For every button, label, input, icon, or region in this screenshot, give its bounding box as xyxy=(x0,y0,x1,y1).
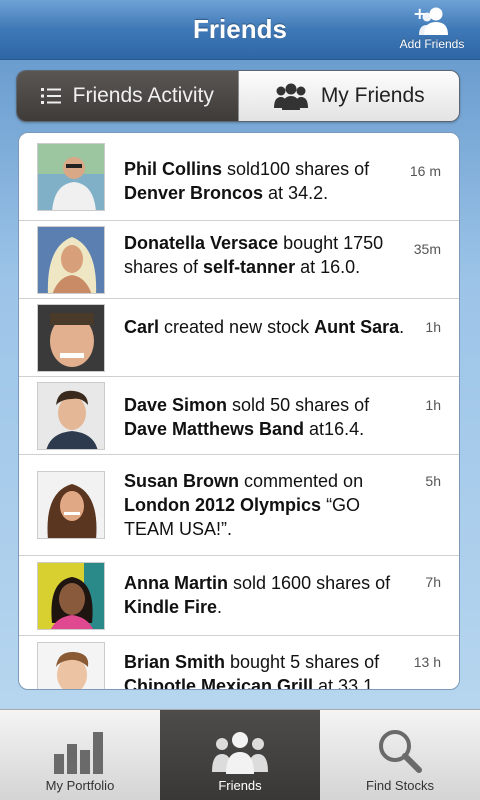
activity-text: Brian Smith bought 5 shares of Chipotle … xyxy=(124,650,406,690)
tab-friends[interactable]: Friends xyxy=(160,710,320,800)
activity-action: sold 1600 shares of xyxy=(228,573,391,593)
activity-detail: at16.4. xyxy=(304,419,365,439)
friend-name: Anna Martin xyxy=(124,573,229,593)
activity-detail: . xyxy=(399,317,405,337)
friend-name: Brian Smith xyxy=(124,652,226,672)
tab-find-stocks[interactable]: Find Stocks xyxy=(320,710,480,800)
add-friend-icon: + xyxy=(396,6,468,36)
activity-action: commented on xyxy=(239,471,364,491)
timestamp: 5h xyxy=(425,473,441,489)
activity-action: sold 50 shares of xyxy=(227,395,370,415)
timestamp: 1h xyxy=(425,397,441,413)
activity-text: Anna Martin sold 1600 shares of Kindle F… xyxy=(124,571,406,619)
tab-find-stocks-label: Find Stocks xyxy=(366,778,434,793)
friend-name: Susan Brown xyxy=(124,471,240,491)
timestamp: 7h xyxy=(425,574,441,590)
tab-my-friends-label: My Friends xyxy=(320,84,425,107)
timestamp: 13 h xyxy=(413,654,441,670)
add-friends-label: Add Friends xyxy=(399,37,465,51)
add-friends-button[interactable]: + Add Friends xyxy=(396,6,468,56)
friend-name: Donatella Versace xyxy=(124,233,279,253)
list-item[interactable]: Susan Brown commented on London 2012 Oly… xyxy=(19,455,459,556)
top-bar: Friends + Add Friends xyxy=(0,0,480,60)
list-item[interactable]: Donatella Versace bought 1750 shares of … xyxy=(19,221,459,299)
tab-friends-activity-label: Friends Activity xyxy=(72,84,214,107)
activity-action: bought 5 shares of xyxy=(225,652,380,672)
activity-target: London 2012 Olympics xyxy=(124,495,322,515)
bar-chart-icon xyxy=(0,728,160,774)
activity-target: Dave Matthews Band xyxy=(124,419,305,439)
activity-detail: at 33.1. xyxy=(313,676,379,690)
activity-action: created new stock xyxy=(159,317,315,337)
avatar xyxy=(37,642,105,689)
list-item[interactable]: Anna Martin sold 1600 shares of Kindle F… xyxy=(19,556,459,636)
activity-detail: . xyxy=(217,597,223,617)
activity-text: Carl created new stock Aunt Sara. xyxy=(124,315,406,339)
tab-my-portfolio[interactable]: My Portfolio xyxy=(0,710,160,800)
friend-name: Dave Simon xyxy=(124,395,228,415)
tab-my-friends[interactable]: My Friends xyxy=(237,71,459,121)
activity-action: sold100 shares of xyxy=(222,159,370,179)
tab-friends-label: Friends xyxy=(218,778,262,793)
activity-detail: at 34.2. xyxy=(263,183,329,203)
tab-friends-activity[interactable]: Friends Activity xyxy=(17,71,238,121)
activity-target: Aunt Sara xyxy=(314,317,400,337)
activity-target: Kindle Fire xyxy=(124,597,218,617)
activity-text: Dave Simon sold 50 shares of Dave Matthe… xyxy=(124,393,406,441)
tab-my-portfolio-label: My Portfolio xyxy=(45,778,115,793)
activity-text: Donatella Versace bought 1750 shares of … xyxy=(124,231,406,279)
activity-list: Phil Collins sold100 shares of Denver Br… xyxy=(18,132,460,690)
avatar xyxy=(37,226,105,294)
timestamp: 16 m xyxy=(409,163,441,179)
search-icon xyxy=(320,728,480,774)
list-item[interactable]: Dave Simon sold 50 shares of Dave Matthe… xyxy=(19,377,459,455)
avatar xyxy=(37,143,105,211)
avatar xyxy=(37,382,105,450)
friends-icon xyxy=(160,728,320,774)
timestamp: 1h xyxy=(425,319,441,335)
friend-name: Phil Collins xyxy=(124,159,223,179)
list-icon xyxy=(40,87,61,105)
activity-text: Susan Brown commented on London 2012 Oly… xyxy=(124,469,406,541)
timestamp: 35m xyxy=(413,241,441,257)
list-item[interactable]: Phil Collins sold100 shares of Denver Br… xyxy=(19,133,459,221)
group-icon xyxy=(273,82,309,110)
activity-target: self-tanner xyxy=(203,257,296,277)
list-item[interactable]: Carl created new stock Aunt Sara. 1h xyxy=(19,299,459,377)
avatar xyxy=(37,471,105,539)
activity-target: Denver Broncos xyxy=(124,183,264,203)
activity-detail: at 16.0. xyxy=(295,257,361,277)
avatar xyxy=(37,562,105,630)
list-item[interactable]: Brian Smith bought 5 shares of Chipotle … xyxy=(19,636,459,690)
view-switcher: Friends Activity My Friends xyxy=(16,70,460,122)
activity-target: Chipotle Mexican Grill xyxy=(124,676,314,690)
avatar xyxy=(37,304,105,372)
bottom-tab-bar: My Portfolio Friends Find Stocks xyxy=(0,709,480,800)
friend-name: Carl xyxy=(124,317,160,337)
activity-text: Phil Collins sold100 shares of Denver Br… xyxy=(124,157,406,205)
